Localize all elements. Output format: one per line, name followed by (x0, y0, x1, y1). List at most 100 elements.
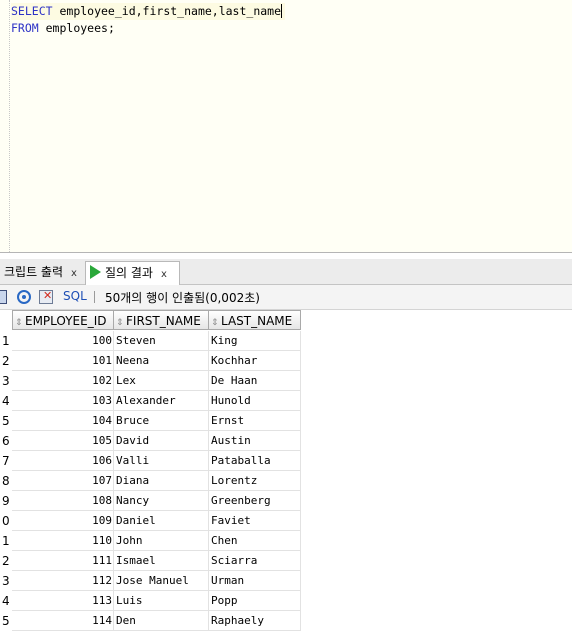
editor-gutter (9, 0, 10, 252)
cell-last-name[interactable]: De Haan (209, 371, 301, 391)
table-row[interactable]: 1 110 John Chen (0, 531, 302, 551)
cell-first-name[interactable]: Den (114, 611, 209, 631)
cell-first-name[interactable]: Jose Manuel (114, 571, 209, 591)
cell-employee-id[interactable]: 105 (12, 431, 114, 451)
column-header-first-name[interactable]: ⇕ FIRST_NAME (114, 310, 209, 330)
sql-from-table: employees; (38, 21, 115, 35)
cell-first-name[interactable]: David (114, 431, 209, 451)
cell-last-name[interactable]: Sciarra (209, 551, 301, 571)
row-number: 6 (2, 434, 10, 448)
cell-last-name[interactable]: Raphaely (209, 611, 301, 631)
table-row[interactable]: 0 109 Daniel Faviet (0, 511, 302, 531)
sql-button[interactable]: SQL (63, 289, 87, 303)
tab-script-output[interactable]: 크립트 출력 x (0, 261, 84, 283)
cell-first-name[interactable]: Nancy (114, 491, 209, 511)
table-row[interactable]: 7 106 Valli Pataballa (0, 451, 302, 471)
editor-line-2[interactable]: FROM employees; (11, 20, 115, 37)
cell-employee-id[interactable]: 104 (12, 411, 114, 431)
table-row[interactable]: 2 111 Ismael Sciarra (0, 551, 302, 571)
table-row[interactable]: 4 113 Luis Popp (0, 591, 302, 611)
table-row[interactable]: 3 102 Lex De Haan (0, 371, 302, 391)
cell-last-name[interactable]: Pataballa (209, 451, 301, 471)
fetch-status: 50개의 행이 인출됨(0,002초) (105, 291, 260, 305)
close-icon[interactable]: x (71, 268, 77, 279)
result-grid[interactable]: ⇕ EMPLOYEE_ID ⇕ FIRST_NAME ⇕ LAST_NAME 1 100… (0, 310, 572, 631)
cell-last-name[interactable]: Austin (209, 431, 301, 451)
cell-first-name[interactable]: Steven (114, 331, 209, 351)
cell-first-name[interactable]: Valli (114, 451, 209, 471)
cell-first-name[interactable]: Diana (114, 471, 209, 491)
cell-employee-id[interactable]: 111 (12, 551, 114, 571)
sql-select-columns: employee_id,first_name,last_name (52, 4, 282, 18)
table-row[interactable]: 4 103 Alexander Hunold (0, 391, 302, 411)
cell-first-name[interactable]: Ismael (114, 551, 209, 571)
column-header-last-name[interactable]: ⇕ LAST_NAME (209, 310, 301, 330)
row-number: 0 (2, 514, 10, 528)
table-row[interactable]: 5 104 Bruce Ernst (0, 411, 302, 431)
cell-last-name[interactable]: Greenberg (209, 491, 301, 511)
row-number: 8 (2, 474, 10, 488)
cell-last-name[interactable]: Ernst (209, 411, 301, 431)
refresh-icon[interactable] (17, 290, 31, 304)
table-row[interactable]: 5 114 Den Raphaely (0, 611, 302, 631)
row-number: 7 (2, 454, 10, 468)
toolbar-separator (94, 291, 95, 303)
row-number: 1 (2, 334, 10, 348)
tab-script-output-label: 크립트 출력 (4, 265, 64, 279)
sql-keyword-select: SELECT (11, 4, 53, 18)
cell-first-name[interactable]: Bruce (114, 411, 209, 431)
editor-line-1[interactable]: SELECT employee_id,first_name,last_name (11, 3, 285, 20)
table-row[interactable]: 2 101 Neena Kochhar (0, 351, 302, 371)
row-number: 4 (2, 594, 10, 608)
output-tab-bar: 크립트 출력 x 질의 결과 x (0, 259, 572, 285)
table-row[interactable]: 8 107 Diana Lorentz (0, 471, 302, 491)
cell-first-name[interactable]: John (114, 531, 209, 551)
close-icon[interactable]: x (161, 269, 167, 280)
grid-header: ⇕ EMPLOYEE_ID ⇕ FIRST_NAME ⇕ LAST_NAME (0, 310, 302, 331)
print-icon[interactable] (0, 290, 7, 304)
cell-employee-id[interactable]: 100 (12, 331, 114, 351)
table-row[interactable]: 9 108 Nancy Greenberg (0, 491, 302, 511)
cell-first-name[interactable]: Luis (114, 591, 209, 611)
cell-employee-id[interactable]: 107 (12, 471, 114, 491)
table-row[interactable]: 1 100 Steven King (0, 331, 302, 351)
cell-last-name[interactable]: King (209, 331, 301, 351)
sort-icon: ⇕ (15, 318, 23, 328)
row-number: 2 (2, 354, 10, 368)
result-toolbar: SQL 50개의 행이 인출됨(0,002초) (0, 285, 572, 310)
cell-first-name[interactable]: Daniel (114, 511, 209, 531)
cell-employee-id[interactable]: 108 (12, 491, 114, 511)
cell-employee-id[interactable]: 114 (12, 611, 114, 631)
cell-last-name[interactable]: Popp (209, 591, 301, 611)
table-row[interactable]: 3 112 Jose Manuel Urman (0, 571, 302, 591)
row-number: 1 (2, 534, 10, 548)
cell-first-name[interactable]: Lex (114, 371, 209, 391)
cell-last-name[interactable]: Faviet (209, 511, 301, 531)
cell-employee-id[interactable]: 113 (12, 591, 114, 611)
column-header-label: FIRST_NAME (126, 314, 201, 328)
cell-employee-id[interactable]: 110 (12, 531, 114, 551)
cell-last-name[interactable]: Lorentz (209, 471, 301, 491)
cell-last-name[interactable]: Kochhar (209, 351, 301, 371)
cell-employee-id[interactable]: 103 (12, 391, 114, 411)
cell-last-name[interactable]: Hunold (209, 391, 301, 411)
text-caret (281, 4, 283, 18)
cell-employee-id[interactable]: 106 (12, 451, 114, 471)
row-number: 4 (2, 394, 10, 408)
cell-employee-id[interactable]: 102 (12, 371, 114, 391)
cancel-query-icon[interactable] (39, 289, 53, 304)
cell-employee-id[interactable]: 112 (12, 571, 114, 591)
table-row[interactable]: 6 105 David Austin (0, 431, 302, 451)
column-header-employee-id[interactable]: ⇕ EMPLOYEE_ID (12, 310, 114, 330)
row-number: 3 (2, 374, 10, 388)
sql-editor[interactable]: SELECT employee_id,first_name,last_name … (0, 0, 572, 253)
sort-icon: ⇕ (116, 318, 124, 328)
cell-last-name[interactable]: Chen (209, 531, 301, 551)
tab-query-result[interactable]: 질의 결과 x (85, 261, 180, 285)
cell-last-name[interactable]: Urman (209, 571, 301, 591)
cell-employee-id[interactable]: 101 (12, 351, 114, 371)
cell-first-name[interactable]: Alexander (114, 391, 209, 411)
cell-first-name[interactable]: Neena (114, 351, 209, 371)
column-header-label: EMPLOYEE_ID (25, 314, 107, 328)
cell-employee-id[interactable]: 109 (12, 511, 114, 531)
